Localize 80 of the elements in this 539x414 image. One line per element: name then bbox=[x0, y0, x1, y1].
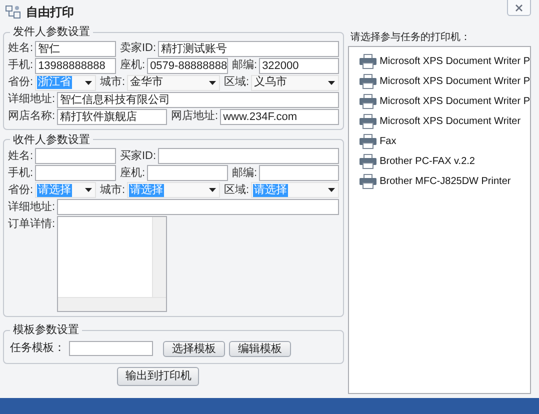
caret-icon bbox=[209, 80, 216, 84]
close-icon bbox=[515, 4, 523, 12]
field-label: 详细地址: bbox=[8, 200, 56, 215]
input-field[interactable] bbox=[259, 165, 339, 181]
field-label: 邮编: bbox=[232, 166, 258, 181]
field-label: 网店地址: bbox=[171, 108, 220, 124]
printer-icon bbox=[358, 94, 377, 108]
printer-name[interactable]: Brother MFC-J825DW Printer bbox=[380, 174, 511, 188]
printer-name[interactable]: Microsoft XPS Document Writer bbox=[380, 114, 521, 128]
caret-icon bbox=[328, 188, 335, 192]
printer-icon bbox=[358, 174, 377, 188]
input-field[interactable]: 13988888888 bbox=[35, 58, 116, 74]
field-label: 省份: bbox=[8, 75, 34, 90]
caret-icon bbox=[209, 188, 216, 192]
printer-icon bbox=[358, 114, 377, 128]
input-field[interactable]: www.234F.com bbox=[220, 108, 339, 124]
field-label: 详细地址: bbox=[8, 92, 56, 108]
field-label: 卖家ID: bbox=[120, 40, 158, 56]
input-field[interactable] bbox=[158, 148, 339, 164]
template-button[interactable]: 编辑模板 bbox=[229, 340, 291, 356]
field-label: 手机: bbox=[8, 58, 34, 74]
dropdown-value: 请选择 bbox=[253, 184, 288, 196]
field-label: 姓名: bbox=[8, 41, 34, 56]
group-title: 发件人参数设置 bbox=[12, 25, 91, 40]
text-area[interactable] bbox=[57, 216, 167, 312]
input-field[interactable] bbox=[35, 165, 116, 181]
printer-icon bbox=[358, 74, 377, 88]
printer-icon bbox=[358, 154, 377, 168]
printer-list[interactable]: Microsoft XPS Document Writer P Microsoft XPS Document Writer P Microsoft XPS Document Writer P Microsoft XPS Document Writer Fax Brother PC-FAX v.2.2 Brother MFC-J825DW Printer bbox=[348, 46, 531, 394]
input-field[interactable] bbox=[57, 199, 339, 215]
caret-icon bbox=[328, 80, 335, 84]
printer-name[interactable]: Microsoft XPS Document Writer P bbox=[380, 74, 530, 88]
field-label: 任务模板： bbox=[10, 341, 65, 356]
printer-name[interactable]: Brother PC-FAX v.2.2 bbox=[380, 154, 475, 168]
input-field[interactable]: 精打软件旗舰店 bbox=[57, 108, 167, 124]
input-field[interactable]: 322000 bbox=[259, 58, 339, 74]
input-field[interactable]: 精打测试账号 bbox=[158, 40, 339, 56]
input-field[interactable] bbox=[35, 148, 116, 164]
field-label: 手机: bbox=[8, 166, 34, 181]
printer-icon bbox=[358, 54, 377, 68]
caret-icon bbox=[85, 188, 92, 192]
input-field[interactable]: 智仁信息科技有限公司 bbox=[57, 92, 339, 108]
field-label: 座机: bbox=[120, 166, 146, 181]
input-field[interactable] bbox=[147, 165, 228, 181]
input-field[interactable]: 智仁 bbox=[35, 40, 116, 56]
close-button[interactable] bbox=[507, 0, 531, 16]
dropdown[interactable]: 义乌市 bbox=[251, 74, 339, 90]
group-title: 收件人参数设置 bbox=[12, 132, 91, 148]
horizontal-scrollbar[interactable] bbox=[58, 297, 166, 311]
input-field[interactable]: 0579-88888888 bbox=[147, 58, 228, 74]
dropdown-value: 浙江省 bbox=[37, 76, 72, 89]
field-label: 姓名: bbox=[8, 148, 34, 164]
window-title: 自由打印 bbox=[26, 4, 74, 21]
printer-name[interactable]: Fax bbox=[380, 134, 396, 148]
field-label: 城市: bbox=[100, 182, 126, 198]
caret-icon bbox=[85, 80, 92, 84]
field-label: 订单详情: bbox=[8, 217, 56, 232]
dropdown[interactable]: 金华市 bbox=[127, 74, 220, 90]
printer-icon bbox=[358, 134, 377, 148]
printer-list-label: 请选择参与任务的打印机： bbox=[350, 30, 472, 45]
field-label: 网店名称: bbox=[8, 108, 56, 124]
input-field[interactable] bbox=[69, 341, 153, 356]
field-label: 买家ID: bbox=[120, 148, 158, 164]
field-label: 城市: bbox=[100, 74, 126, 90]
template-button[interactable]: 选择模板 bbox=[163, 340, 225, 356]
dropdown-value: 义乌市 bbox=[253, 76, 288, 89]
dropdown-value: 请选择 bbox=[37, 184, 72, 196]
vertical-scrollbar[interactable] bbox=[152, 217, 166, 297]
field-label: 区域: bbox=[224, 75, 250, 90]
printer-name[interactable]: Microsoft XPS Document Writer P bbox=[380, 54, 530, 68]
printer-name[interactable]: Microsoft XPS Document Writer P bbox=[380, 94, 530, 108]
field-label: 区域: bbox=[224, 182, 250, 198]
field-label: 省份: bbox=[8, 182, 34, 198]
output-button[interactable]: 输出到打印机 bbox=[117, 366, 200, 386]
app-icon bbox=[5, 4, 21, 20]
dropdown-value: 请选择 bbox=[129, 184, 164, 196]
field-label: 座机: bbox=[120, 58, 146, 74]
field-label: 邮编: bbox=[232, 58, 258, 74]
dropdown-value: 金华市 bbox=[129, 76, 164, 89]
group-title: 模板参数设置 bbox=[12, 323, 80, 338]
